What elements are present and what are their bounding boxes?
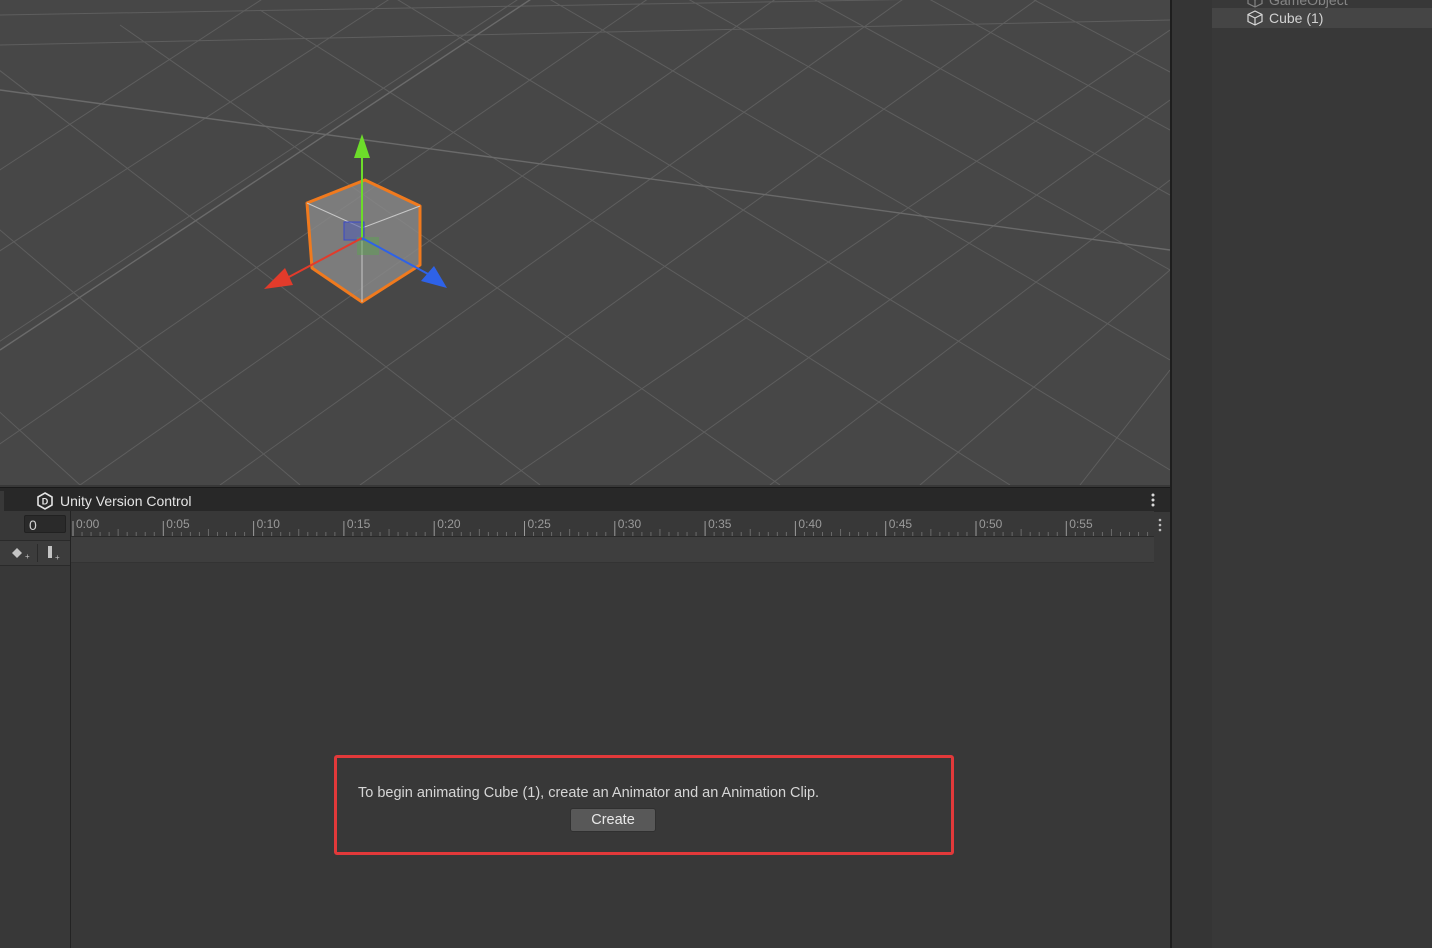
ruler-tick-label: 0:45 <box>888 517 913 531</box>
tab-bar: D Unity Version Control <box>0 487 1170 512</box>
prompt-message: To begin animating Cube (1), create an A… <box>358 785 820 801</box>
scene-view[interactable] <box>0 0 1170 485</box>
cube-icon <box>1247 10 1263 26</box>
ruler-tick-label: 0:30 <box>617 517 642 531</box>
ruler-tick-label: 0:20 <box>437 517 461 531</box>
ruler-tick-label: 0:35 <box>708 517 732 531</box>
create-button[interactable]: Create <box>570 808 656 832</box>
ruler-tick-label: 0:50 <box>979 517 1003 531</box>
hierarchy-panel: GameObject Cube (1) <box>1172 0 1432 948</box>
toolbar-separator <box>37 544 38 562</box>
ruler-tick-label: 0:15 <box>346 517 371 531</box>
animation-window: D Unity Version Control 0 + + 0:00 0:05 0:… <box>0 487 1170 948</box>
scene-grid <box>0 0 1170 485</box>
add-keyframe-icon[interactable]: + <box>8 544 30 562</box>
svg-text:+: + <box>25 552 30 561</box>
ruler-options-icon[interactable] <box>1154 515 1166 535</box>
ruler-tick-label: 0:10 <box>256 517 280 531</box>
keyframe-toolbar: + + <box>0 540 70 566</box>
more-options-icon[interactable] <box>1146 491 1160 509</box>
ruler-tick-label: 0:00 <box>76 517 100 531</box>
hierarchy-row-label: Cube (1) <box>1269 10 1324 26</box>
hierarchy-gutter <box>1172 0 1212 948</box>
ruler-tick-label: 0:55 <box>1069 517 1093 531</box>
gameobject-icon <box>1247 0 1263 8</box>
ruler-tick-label: 0:05 <box>166 517 190 531</box>
svg-text:+: + <box>55 553 60 562</box>
create-animation-prompt: To begin animating Cube (1), create an A… <box>334 755 954 855</box>
version-control-icon: D <box>37 492 53 510</box>
ruler-tick-label: 0:40 <box>798 517 822 531</box>
ruler-tick-label: 0:25 <box>527 517 551 531</box>
tab-label: Unity Version Control <box>60 493 192 509</box>
svg-text:D: D <box>42 497 49 507</box>
animation-left-panel: 0 + + <box>0 511 71 948</box>
timeline-track-header <box>71 537 1154 563</box>
tab-unity-version-control[interactable]: D Unity Version Control <box>32 490 202 512</box>
hierarchy-row-cube-1[interactable]: Cube (1) <box>1212 8 1432 28</box>
frame-field[interactable]: 0 <box>24 515 66 533</box>
add-event-icon[interactable]: + <box>42 544 64 562</box>
timeline-ruler[interactable]: 0:00 0:05 0:10 0:15 0:20 0:25 0:30 0:35 0:40 0:45… <box>71 511 1154 537</box>
tab-animation-stub[interactable] <box>0 491 4 512</box>
